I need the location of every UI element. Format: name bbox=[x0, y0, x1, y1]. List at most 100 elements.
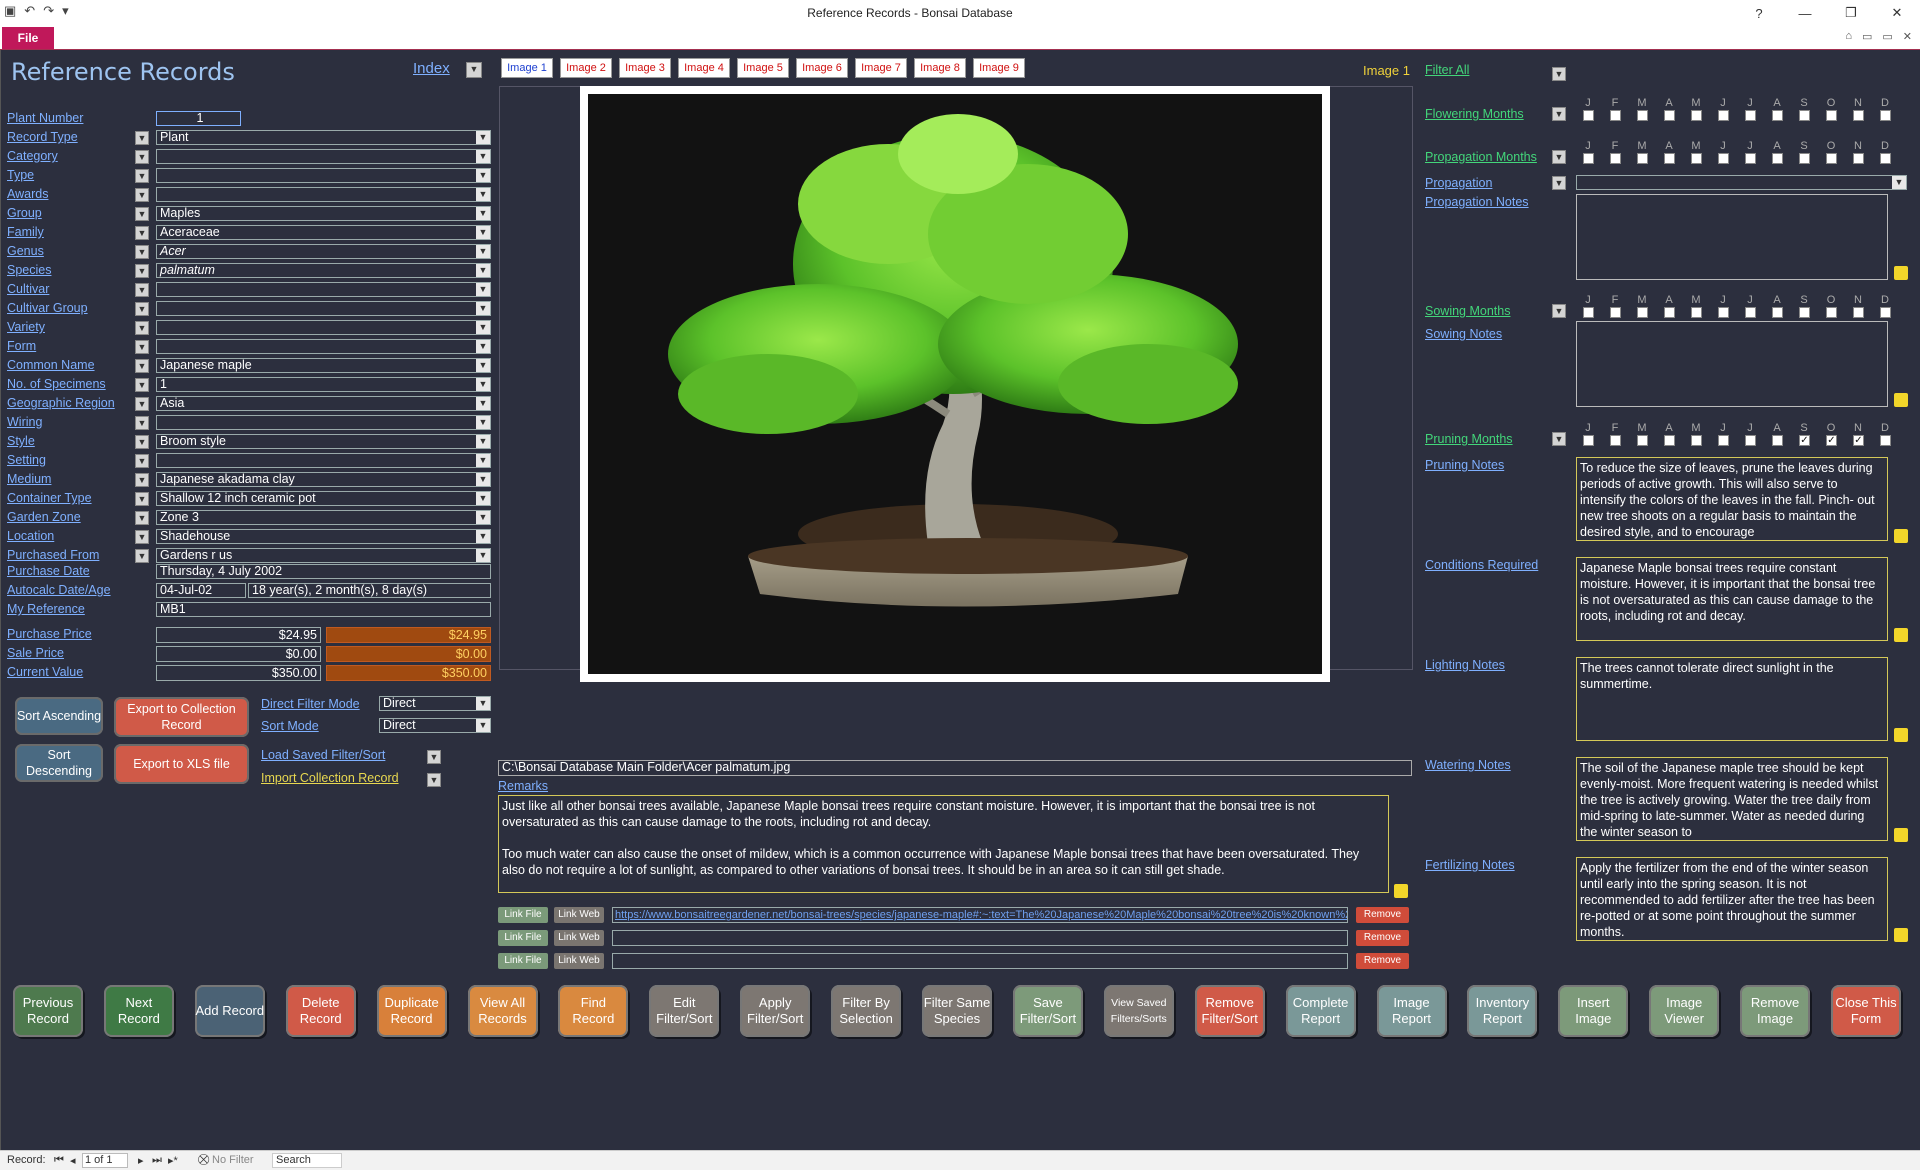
prev-record-icon[interactable]: ◂ bbox=[70, 1154, 76, 1167]
field-label[interactable]: Cultivar Group bbox=[7, 301, 88, 315]
field-label[interactable]: Garden Zone bbox=[7, 510, 81, 524]
new-record-icon[interactable]: ▸* bbox=[168, 1154, 178, 1167]
field-value-select[interactable]: ▼ bbox=[156, 453, 491, 468]
chevron-down-icon[interactable]: ▼ bbox=[476, 416, 490, 429]
field-value-select[interactable]: ▼ bbox=[156, 320, 491, 335]
chevron-down-icon[interactable]: ▼ bbox=[476, 454, 490, 467]
image-tab[interactable]: Image 4 bbox=[678, 58, 730, 78]
field-value-select[interactable]: Shallow 12 inch ceramic pot ▼ bbox=[156, 491, 491, 506]
price-label[interactable]: Purchase Price bbox=[7, 627, 92, 641]
field-filter-dropdown-icon[interactable]: ▼ bbox=[135, 264, 149, 278]
chevron-down-icon[interactable]: ▼ bbox=[476, 549, 490, 562]
field-label[interactable]: Category bbox=[7, 149, 58, 163]
image-tab[interactable]: Image 2 bbox=[560, 58, 612, 78]
ribbon-restore-icon[interactable]: ▭ bbox=[1882, 30, 1892, 43]
image-tab[interactable]: Image 3 bbox=[619, 58, 671, 78]
bottom-button[interactable]: Next Record bbox=[103, 985, 174, 1037]
bottom-button[interactable]: Delete Record bbox=[285, 985, 356, 1037]
close-icon[interactable]: ✕ bbox=[1874, 0, 1920, 26]
field-filter-dropdown-icon[interactable]: ▼ bbox=[135, 511, 149, 525]
bottom-button[interactable]: Save Filter/Sort bbox=[1012, 985, 1083, 1037]
image-tab[interactable]: Image 1 bbox=[501, 58, 553, 78]
bottom-button[interactable]: Previous Record bbox=[13, 985, 83, 1037]
import-collection-link[interactable]: Import Collection Record bbox=[261, 771, 399, 785]
export-collection-button[interactable]: Export to Collection Record bbox=[114, 697, 249, 737]
image-tab[interactable]: Image 7 bbox=[855, 58, 907, 78]
field-filter-dropdown-icon[interactable]: ▼ bbox=[135, 188, 149, 202]
file-tab[interactable]: File bbox=[2, 27, 54, 49]
chevron-down-icon[interactable]: ▼ bbox=[476, 150, 490, 163]
search-field[interactable]: Search bbox=[272, 1153, 342, 1168]
image-tab[interactable]: Image 9 bbox=[973, 58, 1025, 78]
field-value-select[interactable]: ▼ bbox=[156, 168, 491, 183]
field-value-select[interactable]: Japanese maple ▼ bbox=[156, 358, 491, 373]
bonsai-image[interactable] bbox=[588, 94, 1322, 674]
next-record-icon[interactable]: ▸ bbox=[138, 1154, 144, 1167]
my-reference-field[interactable]: MB1 bbox=[156, 602, 491, 617]
field-value-select[interactable]: Maples ▼ bbox=[156, 206, 491, 221]
last-record-icon[interactable]: ⏭ bbox=[152, 1154, 162, 1167]
bottom-button[interactable]: Remove Filter/Sort bbox=[1194, 985, 1265, 1037]
purchase-date-field[interactable]: Thursday, 4 July 2002 bbox=[156, 564, 491, 579]
field-value-select[interactable]: ▼ bbox=[156, 282, 491, 297]
bottom-button[interactable]: Complete Report bbox=[1285, 985, 1356, 1037]
field-label[interactable]: Setting bbox=[7, 453, 46, 467]
filter-mode-label[interactable]: Direct Filter Mode bbox=[261, 697, 360, 711]
field-filter-dropdown-icon[interactable]: ▼ bbox=[135, 131, 149, 145]
field-value-select[interactable]: 1 ▼ bbox=[156, 377, 491, 392]
image-tab[interactable]: Image 8 bbox=[914, 58, 966, 78]
image-tab[interactable]: Image 5 bbox=[737, 58, 789, 78]
image-tab[interactable]: Image 6 bbox=[796, 58, 848, 78]
autocalc-label[interactable]: Autocalc Date/Age bbox=[7, 583, 111, 597]
field-filter-dropdown-icon[interactable]: ▼ bbox=[135, 340, 149, 354]
field-value-select[interactable]: Broom style ▼ bbox=[156, 434, 491, 449]
field-filter-dropdown-icon[interactable]: ▼ bbox=[135, 492, 149, 506]
field-label[interactable]: Location bbox=[7, 529, 54, 543]
sort-descending-button[interactable]: Sort Descending bbox=[15, 744, 103, 782]
bottom-button[interactable]: Find Record bbox=[558, 985, 629, 1037]
first-record-icon[interactable]: ⏮ bbox=[54, 1154, 64, 1167]
field-label[interactable]: Medium bbox=[7, 472, 51, 486]
chevron-down-icon[interactable]: ▼ bbox=[476, 226, 490, 239]
chevron-down-icon[interactable]: ▼ bbox=[476, 492, 490, 505]
field-filter-dropdown-icon[interactable]: ▼ bbox=[135, 283, 149, 297]
chevron-down-icon[interactable]: ▼ bbox=[476, 397, 490, 410]
field-filter-dropdown-icon[interactable]: ▼ bbox=[135, 245, 149, 259]
field-value-select[interactable]: Gardens r us ▼ bbox=[156, 548, 491, 563]
field-value-select[interactable]: Zone 3 ▼ bbox=[156, 510, 491, 525]
autocalc-date-field[interactable]: 04-Jul-02 bbox=[156, 583, 246, 598]
field-label[interactable]: Cultivar bbox=[7, 282, 49, 296]
index-link[interactable]: Index bbox=[413, 60, 450, 77]
ribbon-minimize-icon[interactable]: ▭ bbox=[1862, 30, 1872, 43]
field-filter-dropdown-icon[interactable]: ▼ bbox=[135, 454, 149, 468]
chevron-down-icon[interactable]: ▼ bbox=[476, 188, 490, 201]
field-label[interactable]: Wiring bbox=[7, 415, 42, 429]
field-filter-dropdown-icon[interactable]: ▼ bbox=[135, 397, 149, 411]
field-value-select[interactable]: palmatum ▼ bbox=[156, 263, 491, 278]
field-label[interactable]: Plant Number bbox=[7, 111, 83, 125]
filter-status[interactable]: No Filter bbox=[212, 1154, 254, 1166]
field-label[interactable]: Purchased From bbox=[7, 548, 99, 562]
price-field[interactable]: $350.00 bbox=[156, 665, 321, 681]
bottom-button[interactable]: Duplicate Record bbox=[376, 985, 447, 1037]
field-label[interactable]: Style bbox=[7, 434, 35, 448]
field-label[interactable]: Genus bbox=[7, 244, 44, 258]
field-filter-dropdown-icon[interactable]: ▼ bbox=[135, 359, 149, 373]
field-value-select[interactable]: Japanese akadama clay ▼ bbox=[156, 472, 491, 487]
field-value-select[interactable]: Shadehouse ▼ bbox=[156, 529, 491, 544]
bottom-button[interactable]: Filter Same Species bbox=[922, 985, 992, 1037]
bottom-button[interactable]: View Saved Filters/Sorts bbox=[1103, 985, 1174, 1037]
field-label[interactable]: Container Type bbox=[7, 491, 92, 505]
bottom-button[interactable]: Inventory Report bbox=[1467, 985, 1538, 1037]
chevron-down-icon[interactable]: ▼ bbox=[476, 473, 490, 486]
chevron-down-icon[interactable]: ▼ bbox=[476, 302, 490, 315]
field-filter-dropdown-icon[interactable]: ▼ bbox=[135, 549, 149, 563]
field-filter-dropdown-icon[interactable]: ▼ bbox=[135, 416, 149, 430]
field-filter-dropdown-icon[interactable]: ▼ bbox=[135, 226, 149, 240]
field-label[interactable]: Variety bbox=[7, 320, 45, 334]
field-value-select[interactable]: ▼ bbox=[156, 187, 491, 202]
export-xls-button[interactable]: Export to XLS file bbox=[114, 744, 249, 784]
field-label[interactable]: Family bbox=[7, 225, 44, 239]
sort-mode-select[interactable]: Direct ▼ bbox=[379, 718, 491, 733]
bottom-button[interactable]: Insert Image bbox=[1558, 985, 1629, 1037]
